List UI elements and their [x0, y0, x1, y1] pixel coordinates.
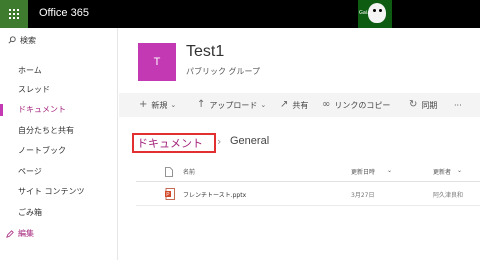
file-name[interactable]: フレンチトースト.pptx	[183, 190, 246, 199]
more-button[interactable]: ···	[454, 99, 462, 111]
file-type-icon	[165, 167, 173, 177]
nav-item-home[interactable]: ホーム	[18, 65, 42, 77]
site-logo[interactable]: T	[138, 43, 176, 81]
search-label: 検索	[20, 35, 36, 45]
column-header-modified[interactable]: 更新日時	[351, 167, 375, 176]
pencil-icon	[6, 229, 14, 238]
link-icon: ∞	[322, 99, 331, 110]
suite-app-name[interactable]: Office 365	[39, 7, 89, 19]
nav-item-notebook[interactable]: ノートブック	[18, 145, 66, 157]
copy-link-label: リンクのコピー	[334, 100, 391, 110]
share-button[interactable]: ↗ 共有	[280, 99, 308, 111]
chevron-down-icon: ⌄	[260, 101, 267, 109]
nav-item-recycle-bin[interactable]: ごみ箱	[18, 207, 42, 219]
upload-button[interactable]: ↑ アップロード ⌄	[197, 99, 266, 111]
upload-arrow-icon: ↑	[197, 99, 206, 110]
new-label: 新規	[151, 100, 168, 110]
suite-bar: Office 365 Gaia	[0, 0, 480, 28]
app-launcher-button[interactable]	[0, 0, 28, 28]
file-modified-by[interactable]: 阿久津良和	[433, 190, 463, 199]
site-subtitle: パブリック グループ	[186, 67, 261, 76]
site-title[interactable]: Test1	[186, 43, 224, 61]
search-box[interactable]: 検索	[8, 33, 36, 47]
chevron-down-icon: ⌄	[170, 101, 177, 109]
nav-item-pages[interactable]: ページ	[18, 166, 42, 178]
command-bar: + 新規 ⌄ ↑ アップロード ⌄ ↗ 共有 ∞ リンクのコピー ↻ 同期 ··…	[119, 93, 480, 117]
breadcrumb-separator: ›	[217, 135, 222, 148]
copy-link-button[interactable]: ∞ リンクのコピー	[322, 99, 390, 111]
new-button[interactable]: + 新規 ⌄	[139, 99, 176, 111]
table-row[interactable]: P フレンチトースト.pptx 3月27日 阿久津良和	[136, 182, 480, 206]
nav-item-threads[interactable]: スレッド	[18, 84, 50, 96]
left-navigation: 検索 ホーム スレッド ドキュメント 自分たちと共有 ノートブック ページ サイ…	[0, 28, 118, 260]
breadcrumb-current[interactable]: ドキュメント	[137, 135, 203, 151]
powerpoint-file-icon: P	[165, 188, 175, 200]
edit-label: 編集	[18, 229, 34, 238]
nav-item-documents[interactable]: ドキュメント	[18, 104, 66, 116]
chevron-down-icon[interactable]: ⌄	[387, 167, 392, 174]
nav-selected-marker	[0, 104, 3, 116]
plus-icon: +	[139, 99, 148, 110]
nav-item-site-contents[interactable]: サイト コンテンツ	[18, 186, 85, 198]
column-header-name[interactable]: 名前	[183, 167, 195, 176]
nav-item-shared-with-us[interactable]: 自分たちと共有	[18, 125, 74, 137]
edit-nav-link[interactable]: 編集	[6, 228, 34, 239]
upload-label: アップロード	[209, 100, 258, 110]
sync-icon: ↻	[409, 99, 418, 110]
table-header: 名前 更新日時 ⌄ 更新者 ⌄	[136, 162, 480, 182]
search-icon	[8, 36, 16, 44]
chevron-down-icon[interactable]: ⌄	[457, 167, 462, 174]
column-header-modified-by[interactable]: 更新者	[433, 167, 451, 176]
avatar-label: Gaia	[359, 10, 371, 16]
sync-label: 同期	[421, 100, 438, 110]
share-icon: ↗	[280, 99, 289, 110]
app-launcher-icon	[9, 9, 19, 19]
breadcrumb-next[interactable]: General	[230, 135, 269, 147]
user-avatar[interactable]: Gaia	[358, 0, 392, 28]
sync-button[interactable]: ↻ 同期	[409, 99, 437, 111]
file-modified: 3月27日	[351, 192, 375, 199]
share-label: 共有	[292, 100, 309, 110]
